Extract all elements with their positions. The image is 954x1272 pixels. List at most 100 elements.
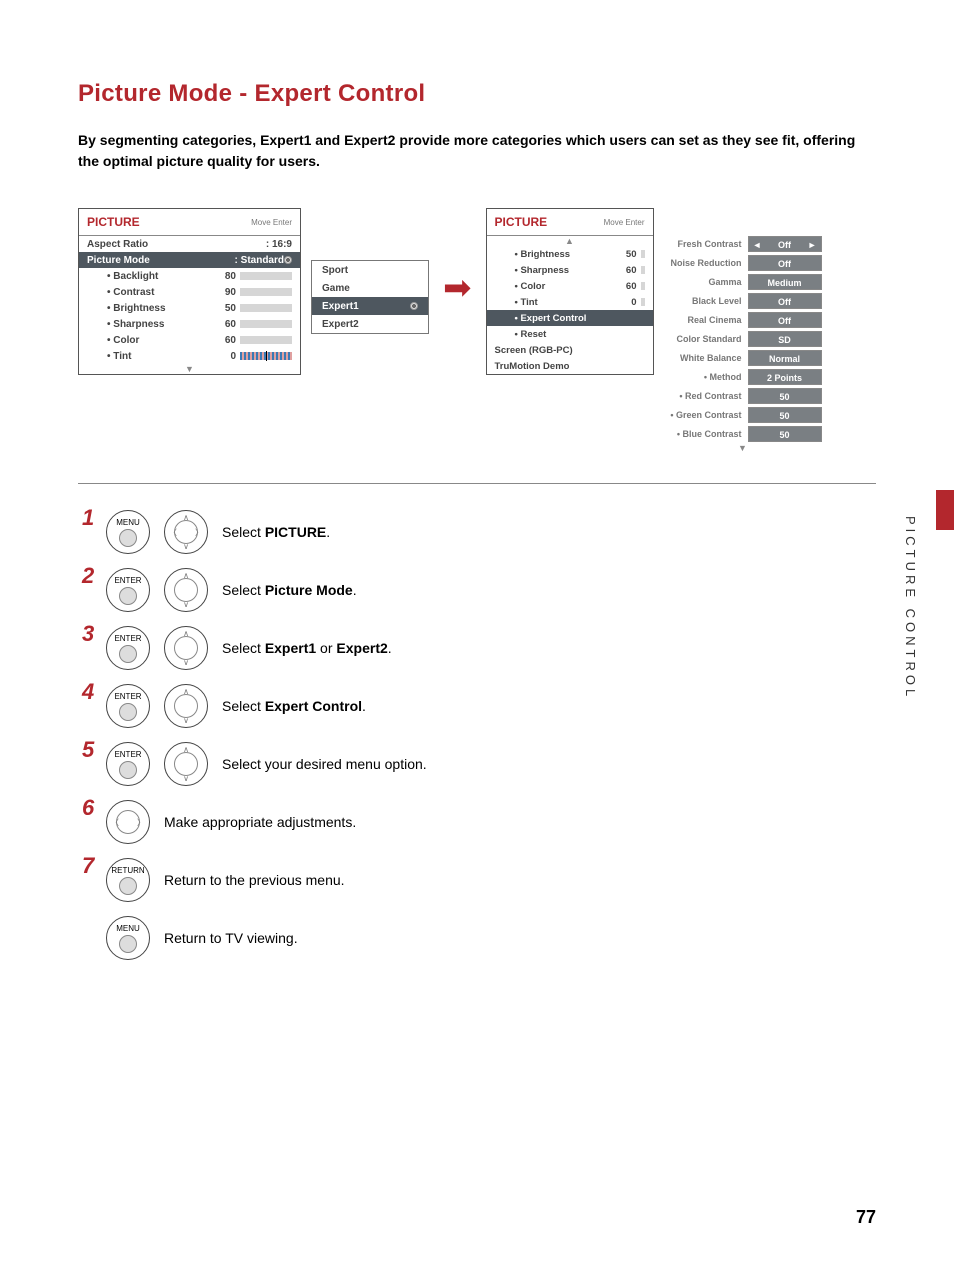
setting-row: • Red Contrast50 [664,386,822,405]
down-arrow-icon: ▼ [79,364,300,374]
item-value: 60 [615,281,637,292]
step-number: 3 [82,621,96,647]
divider [78,483,876,484]
item-label: • Color [107,335,214,346]
setting-name: Real Cinema [664,315,748,325]
picture-mode-value: : Standard [235,255,284,266]
step-text: Select Expert Control. [222,698,366,714]
nav-wheel-icon: ∧∨〈〉 [164,510,208,554]
item-label: • Backlight [107,271,214,282]
setting-value: Off [748,236,822,252]
nav-wheel-icon: ∧∨ [164,684,208,728]
setting-value: 50 [748,426,822,442]
panel2-item: • Tint0 [487,294,653,310]
remote-return-button-icon: RETURN [106,858,150,902]
up-arrow-icon: ▲ [487,236,653,246]
setting-row: Black LevelOff [664,291,822,310]
mode-popup: SportGameExpert1Expert2 [311,260,429,334]
item-label: • Tint [515,297,615,308]
step-text: Select PICTURE. [222,524,330,540]
steps-list: 1 MENU ∧∨〈〉 Select PICTURE. 2ENTER∧∨Select P… [78,508,876,962]
setting-value: Off [748,312,822,328]
picture-panel-1: PICTURE Move Enter Aspect Ratio : 16:9 P… [78,208,301,375]
step-text: Return to the previous menu. [164,872,345,888]
setting-row: • Green Contrast50 [664,405,822,424]
nav-wheel-icon: ∧∨ [164,742,208,786]
slider-stub [641,298,645,306]
item-label: • Sharpness [515,265,615,276]
intro-text: By segmenting categories, Expert1 and Ex… [78,130,876,172]
panel1-title: PICTURE [87,215,251,229]
setting-row: GammaMedium [664,272,822,291]
step-row: 3ENTER∧∨Select Expert1 or Expert2. [78,624,876,672]
slider-bar [240,288,292,296]
item-label: • Sharpness [107,319,214,330]
picture-mode-label: Picture Mode [87,255,235,266]
setting-name: Color Standard [664,334,748,344]
remote-enter-button-icon: ENTER [106,742,150,786]
item-label: • Tint [107,351,214,362]
slider-bar [240,320,292,328]
tint-bar [240,352,292,360]
panel1-item: • Tint0 [79,348,300,364]
step-number: 1 [82,505,96,531]
remote-menu-button-icon: MENU [106,916,150,960]
item-value: 80 [214,271,236,282]
panel1-nav-hint: Move Enter [251,218,292,227]
aspect-ratio-label: Aspect Ratio [87,239,266,250]
step-row: 4 ENTER ∧∨ Select Expert Control. [78,682,876,730]
remote-enter-button-icon: ENTER [106,684,150,728]
item-value: 50 [214,303,236,314]
item-label: • Color [515,281,615,292]
setting-value: Normal [748,350,822,366]
intro-b2: Expert2 [344,132,395,148]
setting-name: Fresh Contrast [664,239,748,249]
setting-name: • Green Contrast [664,410,748,420]
item-value: 0 [615,297,637,308]
remote-enter-button-icon: ENTER [106,626,150,670]
nav-wheel-icon: ∧∨ [164,568,208,612]
step-number: 4 [82,679,96,705]
arrow-right-icon: ➡ [443,268,472,308]
intro-p2: and [311,132,344,148]
panel1-item: • Sharpness60 [79,316,300,332]
panel2-item: • Brightness50 [487,246,653,262]
slider-stub [641,282,645,290]
panel2-item: • Reset [487,326,653,342]
intro-b1: Expert1 [260,132,311,148]
setting-name: • Red Contrast [664,391,748,401]
setting-row: Color StandardSD [664,329,822,348]
setting-row: • Method2 Points [664,367,822,386]
setting-value: Off [748,293,822,309]
panel2-item: • Color60 [487,278,653,294]
popup-item: Game [312,279,428,297]
item-label: • Brightness [107,303,214,314]
step-row: 2ENTER∧∨Select Picture Mode. [78,566,876,614]
setting-row: Fresh ContrastOff [664,234,822,253]
slider-bar [240,304,292,312]
radio-icon [284,256,292,264]
item-value: 60 [615,265,637,276]
setting-row: Real CinemaOff [664,310,822,329]
setting-value: 50 [748,407,822,423]
step-row: 1MENU∧∨〈〉Select PICTURE. [78,508,876,556]
trumotion-demo: TruMotion Demo [495,361,570,372]
item-label: • Contrast [107,287,214,298]
step-number: 2 [82,563,96,589]
setting-row: White BalanceNormal [664,348,822,367]
popup-item: Expert2 [312,315,428,333]
slider-stub [641,250,645,258]
setting-name: White Balance [664,353,748,363]
setting-name: Noise Reduction [664,258,748,268]
step-number: 7 [82,853,96,879]
intro-p1: By segmenting categories, [78,132,260,148]
item-value: 60 [214,335,236,346]
panel2-item: • Expert Control [487,310,653,326]
item-label: • Reset [515,329,645,340]
radio-icon [410,302,418,310]
item-value: 90 [214,287,236,298]
down-arrow-icon: ▼ [664,443,822,453]
page-number: 77 [856,1207,876,1228]
step-row: 6〈〉Make appropriate adjustments. [78,798,876,846]
step-text: Return to TV viewing. [164,930,298,946]
